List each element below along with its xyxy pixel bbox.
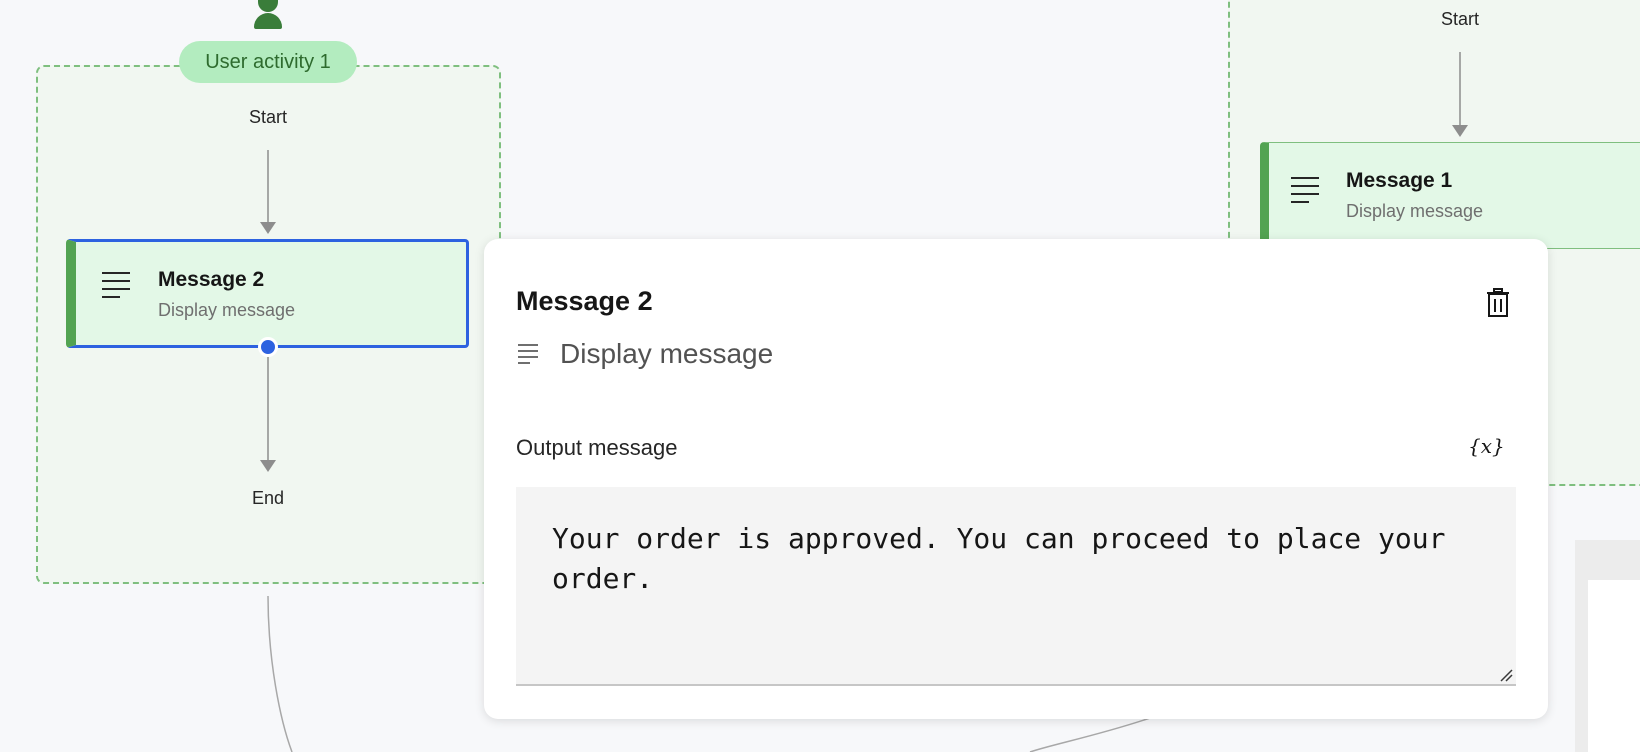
start-label: Start xyxy=(248,107,288,127)
node-subtitle: Display message xyxy=(158,300,296,320)
connector-lower-curve xyxy=(1029,717,1151,752)
node-subtitle: Display message xyxy=(1346,201,1484,221)
user-icon xyxy=(254,13,282,29)
node-type-row: Display message xyxy=(518,338,773,370)
user-icon-head xyxy=(258,0,278,12)
node-title: Message 1 xyxy=(1346,169,1453,192)
activity-label-pill[interactable]: User activity 1 xyxy=(179,41,357,83)
node-type-label: Display message xyxy=(560,338,774,369)
end-label: End xyxy=(251,488,285,508)
output-message-input[interactable] xyxy=(516,487,1516,686)
node-message-1[interactable]: Message 1 Display message xyxy=(1260,142,1640,249)
connector-group-curve xyxy=(267,595,293,752)
node-output-port[interactable] xyxy=(258,337,278,357)
start-label-right: Start xyxy=(1440,9,1480,29)
node-title: Message 2 xyxy=(158,268,265,291)
activity-label: User activity 1 xyxy=(205,50,331,73)
popover-title: Message 2 xyxy=(516,286,653,316)
output-message-label: Output message xyxy=(516,435,678,460)
resize-grip-icon[interactable] xyxy=(1499,668,1513,682)
lines-icon xyxy=(102,272,130,298)
node-message-2[interactable]: Message 2 Display message xyxy=(66,239,469,348)
trash-icon[interactable] xyxy=(1486,288,1510,318)
insert-variable-button[interactable]: {x} xyxy=(1468,434,1505,458)
node-edit-popover: Message 2 Display message Output message… xyxy=(484,239,1548,719)
lines-icon xyxy=(1291,177,1319,203)
lines-icon xyxy=(518,344,538,364)
flow-canvas[interactable]: User activity 1 Start End Start Message … xyxy=(0,0,1640,752)
side-panel-edge-inner xyxy=(1588,580,1640,752)
